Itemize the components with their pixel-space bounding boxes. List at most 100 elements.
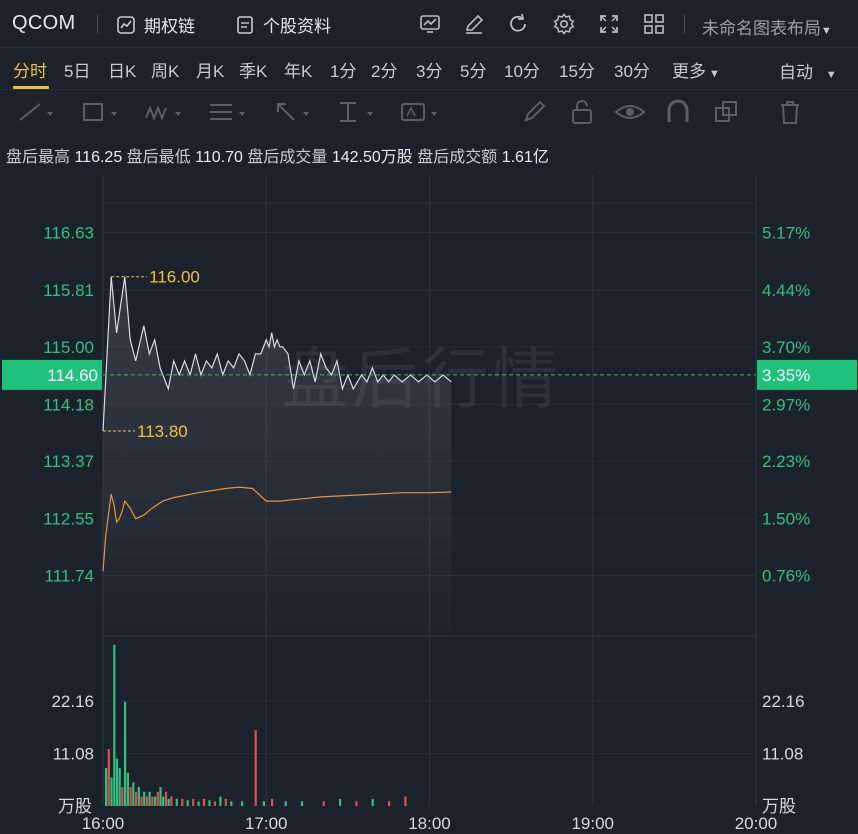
drawing-toolbar <box>0 90 858 134</box>
rectangle-tool-icon[interactable] <box>78 98 118 126</box>
period-tab-11[interactable]: 10分 <box>504 57 540 82</box>
volume-bar-25 <box>175 798 178 806</box>
edit-icon[interactable] <box>462 12 486 36</box>
price-tick-4: 113.37 <box>43 452 94 471</box>
volume-bar-39 <box>271 798 274 806</box>
volume-bar-40 <box>284 801 287 806</box>
period-tab-14[interactable]: 更多 ▼ <box>672 57 720 82</box>
period-tab-9[interactable]: 3分 <box>416 57 442 82</box>
watermark: 盘后行情 <box>282 341 562 418</box>
active-tab-indicator <box>13 86 49 89</box>
volume-bar-0 <box>105 768 108 806</box>
fibonacci-tool-icon[interactable] <box>206 98 246 126</box>
after-hours-stats: 盘后最高 116.25 盘后最低 110.70 盘后成交量 142.50万股 盘… <box>6 143 549 167</box>
caret-down-icon: ▼ <box>825 69 837 81</box>
volume-bar-43 <box>339 798 342 806</box>
trash-icon[interactable] <box>770 98 810 126</box>
lock-icon[interactable] <box>562 98 602 126</box>
period-tab-12[interactable]: 15分 <box>559 57 595 82</box>
eye-icon[interactable] <box>610 98 650 126</box>
current-price-label: 114.60 <box>47 366 98 385</box>
volume-bar-21 <box>162 796 165 806</box>
volume-bar-36 <box>241 801 244 806</box>
volume-bar-20 <box>159 787 162 806</box>
volume-tick-left-0: 22.16 <box>51 692 94 711</box>
volume-bar-7 <box>124 701 127 806</box>
chart-mode-selector[interactable]: 自动 ▼ <box>779 58 837 83</box>
volume-bar-29 <box>197 801 200 806</box>
volume-bar-28 <box>192 798 195 806</box>
trendline-tool-icon[interactable] <box>14 98 54 126</box>
current-pct-label: 3.35% <box>762 366 810 385</box>
volume-bar-33 <box>219 796 222 806</box>
volume-bar-47 <box>404 796 407 806</box>
volume-bar-35 <box>230 801 233 806</box>
period-tab-0[interactable]: 分时 <box>13 57 47 82</box>
options-chain-button[interactable]: 期权链 <box>116 12 195 37</box>
layout-selector[interactable]: 未命名图表布局▼ <box>702 14 832 39</box>
price-tick-3: 114.18 <box>43 395 94 414</box>
volume-bar-37 <box>254 730 257 806</box>
volume-bar-10 <box>132 782 135 806</box>
volume-bar-23 <box>167 798 170 806</box>
period-tab-10[interactable]: 5分 <box>460 57 486 82</box>
volume-bar-11 <box>134 791 138 806</box>
price-tick-5: 112.55 <box>43 510 94 529</box>
header-divider <box>97 15 98 33</box>
volume-bar-44 <box>355 801 358 806</box>
grid-layout-icon[interactable] <box>642 12 666 36</box>
period-tab-8[interactable]: 2分 <box>371 57 397 82</box>
time-tick-0: 16:00 <box>82 814 125 833</box>
volume-bar-16 <box>148 791 151 806</box>
time-tick-4: 20:00 <box>735 814 778 833</box>
volume-bar-1 <box>107 749 110 806</box>
low-mark-label: 113.80 <box>137 422 188 441</box>
refresh-icon[interactable] <box>506 12 530 36</box>
wave-tool-icon[interactable] <box>142 98 182 126</box>
pct-tick-4: 2.23% <box>762 452 810 471</box>
volume-bar-15 <box>145 796 148 806</box>
period-tab-4[interactable]: 月K <box>196 57 224 82</box>
period-tab-6[interactable]: 年K <box>284 57 312 82</box>
pen-tool-icon[interactable] <box>516 98 556 126</box>
fullscreen-icon[interactable] <box>597 12 621 36</box>
volume-tick-left-1: 11.08 <box>53 744 94 763</box>
period-tabs: 自动 ▼ 分时 5日 日K 周K 月K 季K 年K 1分 2分 3分 5分 10分 15分 30分 更多 ▼ <box>0 48 858 90</box>
ticker-symbol[interactable]: QCOM <box>12 12 75 35</box>
period-tab-7[interactable]: 1分 <box>330 57 356 82</box>
top-header: QCOM 期权链 个股资料 未命名图表布局▼ <box>0 0 858 48</box>
low-label: 盘后最低 <box>126 149 191 166</box>
period-tab-2[interactable]: 日K <box>108 57 136 82</box>
indicator-icon[interactable] <box>418 12 442 36</box>
text-tool-icon[interactable] <box>398 98 438 126</box>
pct-tick-0: 5.17% <box>762 224 810 243</box>
high-value: 116.25 <box>74 149 123 166</box>
arrow-tool-icon[interactable] <box>270 98 310 126</box>
measure-tool-icon[interactable] <box>334 98 374 126</box>
volume-bar-42 <box>322 801 325 806</box>
period-tab-1[interactable]: 5日 <box>64 57 90 82</box>
period-tab-5[interactable]: 季K <box>239 57 267 82</box>
volume-bar-12 <box>137 787 140 806</box>
caret-down-icon: ▼ <box>821 25 832 37</box>
volume-bar-4 <box>115 758 119 806</box>
period-tab-3[interactable]: 周K <box>151 57 179 82</box>
volume-bar-3 <box>113 644 116 806</box>
period-tab-13[interactable]: 30分 <box>614 57 650 82</box>
stock-profile-button[interactable]: 个股资料 <box>235 12 331 37</box>
volume-bar-41 <box>300 801 304 806</box>
volume-bar-17 <box>151 796 154 806</box>
low-value: 110.70 <box>195 149 243 166</box>
caret-down-icon: ▼ <box>706 68 720 80</box>
chart-doc-icon <box>117 15 135 34</box>
options-chain-label: 期权链 <box>144 17 195 36</box>
price-tick-6: 111.74 <box>45 566 94 585</box>
settings-gear-icon[interactable] <box>552 12 576 36</box>
volume-bar-9 <box>129 787 132 806</box>
pct-tick-2: 3.70% <box>762 338 810 357</box>
document-icon <box>237 15 253 34</box>
magnet-icon[interactable] <box>658 98 698 126</box>
intraday-chart[interactable]: 116.00 113.80 116.63 5.17% 115.81 4.44% 115.00… <box>0 172 858 834</box>
layers-icon[interactable] <box>706 98 746 126</box>
price-tick-2: 115.00 <box>43 338 94 357</box>
